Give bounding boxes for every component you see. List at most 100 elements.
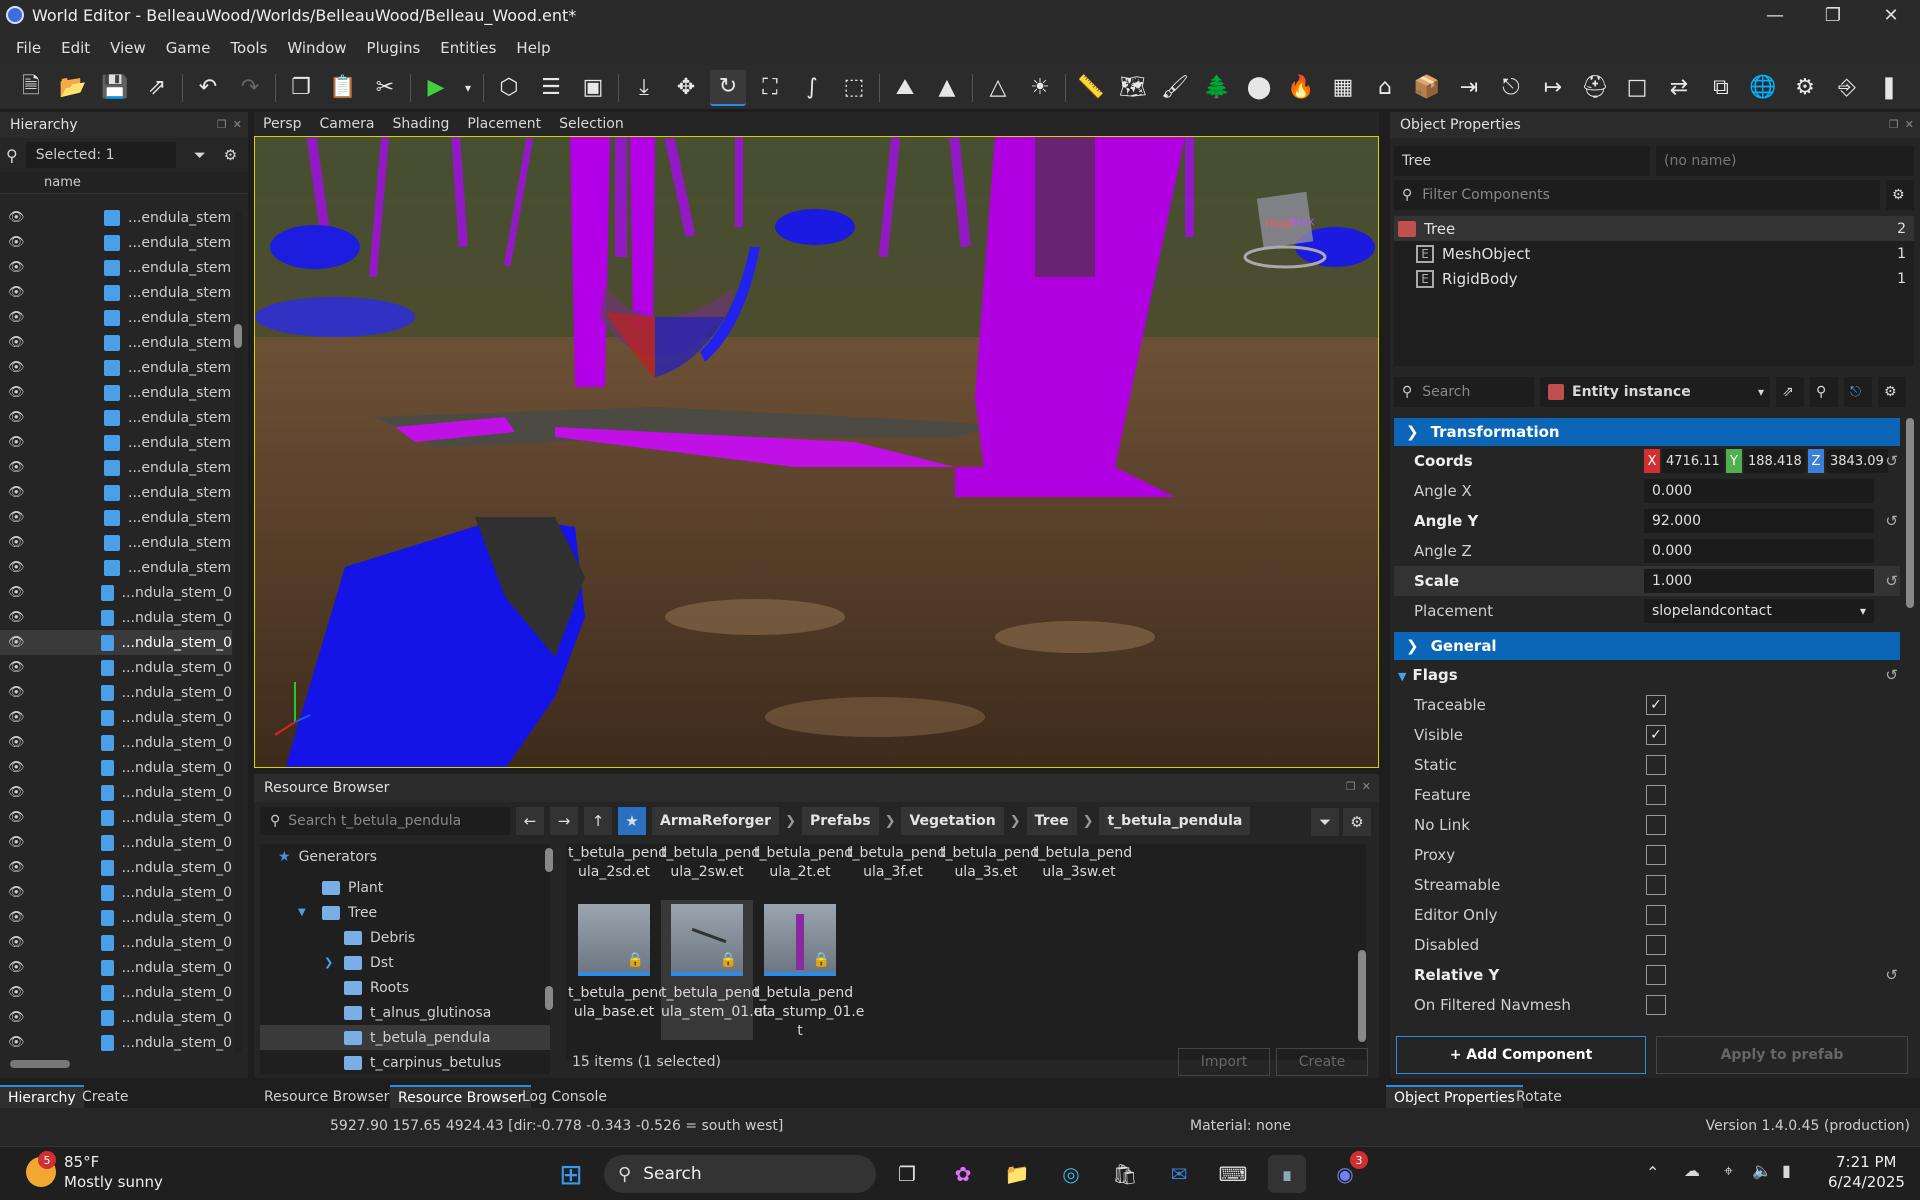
transform-icon[interactable]: ▣ — [575, 70, 611, 106]
hierarchy-row[interactable]: 👁 ...ndula_stem_0 — [0, 780, 232, 805]
viewport-selection[interactable]: Selection — [550, 116, 633, 132]
hierarchy-row[interactable]: 👁 ...ndula_stem_0 — [0, 830, 232, 855]
eye-icon[interactable]: 👁 — [8, 685, 25, 700]
placement-dropdown[interactable]: slopelandcontact ▾ — [1644, 599, 1874, 623]
undock-icon[interactable]: ❐ — [1346, 780, 1356, 793]
flag-checkbox[interactable] — [1646, 875, 1666, 895]
forest-icon[interactable]: 🌲 — [1199, 70, 1235, 106]
eye-icon[interactable]: 👁 — [8, 735, 25, 750]
properties-search-input[interactable]: ⚲ Search — [1394, 377, 1534, 407]
tree-view-icon[interactable]: ⎋ — [1844, 377, 1872, 407]
eye-icon[interactable]: 👁 — [8, 535, 28, 550]
flag-checkbox[interactable] — [1646, 905, 1666, 925]
folder-tree-item[interactable]: Plant — [260, 875, 550, 900]
tab-create[interactable]: Create — [74, 1085, 137, 1109]
windows-start-icon[interactable]: ⊞ — [552, 1155, 590, 1193]
hierarchy-row[interactable]: 👁 ...ndula_stem_0 — [0, 980, 232, 1005]
reset-icon[interactable]: ↺ — [1885, 452, 1898, 470]
menu-window[interactable]: Window — [277, 39, 356, 57]
coord-x-input[interactable]: 4716.11 — [1662, 449, 1724, 473]
copilot-icon[interactable]: ✿ — [944, 1155, 982, 1193]
viewport-placement[interactable]: Placement — [458, 116, 550, 132]
panel-close-icon[interactable]: ✕ — [1362, 780, 1371, 793]
eye-icon[interactable]: 👁 — [8, 835, 25, 850]
eye-icon[interactable]: 👁 — [8, 610, 25, 625]
file-item[interactable]: 🔒 t_betula_pend ula_base.et — [568, 904, 667, 1044]
undo-icon[interactable]: ↶ — [190, 70, 226, 106]
menu-view[interactable]: View — [100, 39, 156, 57]
gear-icon[interactable]: ⚙ — [224, 146, 237, 164]
eye-icon[interactable]: 👁 — [8, 910, 25, 925]
task-view-icon[interactable]: ❐ — [888, 1155, 926, 1193]
import-button[interactable]: Import — [1178, 1048, 1270, 1076]
folder-tree-item[interactable]: ★ Generators — [260, 844, 550, 869]
eye-icon[interactable]: 👁 — [8, 810, 25, 825]
hierarchy-scrollbar[interactable] — [234, 212, 242, 1052]
settings-gears-icon[interactable]: ⚙ — [1787, 70, 1823, 106]
new-file-icon[interactable]: 🗎 — [13, 70, 49, 106]
flag-checkbox[interactable] — [1646, 785, 1666, 805]
menu-entities[interactable]: Entities — [430, 39, 506, 57]
property-value[interactable]: 92.000 — [1644, 509, 1874, 533]
up-arrow-icon[interactable]: ↑ — [584, 807, 612, 835]
sphere-icon[interactable]: ⬤ — [1241, 70, 1277, 106]
add-component-button[interactable]: + Add Component — [1396, 1036, 1646, 1074]
house-icon[interactable]: ⌂ — [1367, 70, 1403, 106]
hierarchy-hscrollbar[interactable] — [10, 1060, 70, 1068]
store-icon[interactable]: 🛍 — [1106, 1155, 1144, 1193]
file-item[interactable]: t_betula_pend ula_2sw.et — [661, 844, 760, 882]
hierarchy-row[interactable]: 👁 ...endula_stem — [0, 480, 232, 505]
pause-icon[interactable]: ❚ — [1871, 70, 1907, 106]
fire-icon[interactable]: 🔥 — [1283, 70, 1319, 106]
create-button[interactable]: Create — [1276, 1048, 1368, 1076]
gear-icon[interactable]: ⚙ — [1343, 808, 1371, 836]
minimize-button[interactable]: — — [1746, 0, 1804, 30]
menu-tools[interactable]: Tools — [220, 39, 277, 57]
brush-icon[interactable]: 🖌 — [1157, 70, 1193, 106]
hierarchy-row[interactable]: 👁 ...endula_stem — [0, 555, 232, 580]
file-item[interactable]: t_betula_pend ula_3sw.et — [1033, 844, 1132, 882]
tab-hierarchy[interactable]: Hierarchy — [0, 1085, 84, 1109]
property-value[interactable]: 0.000 — [1644, 479, 1874, 503]
copy-icon[interactable]: ❐ — [283, 70, 319, 106]
hierarchy-icon[interactable]: ⎋ — [1493, 70, 1529, 106]
hierarchy-row[interactable]: 👁 ...ndula_stem_0 — [0, 955, 232, 980]
menu-help[interactable]: Help — [506, 39, 560, 57]
snap-ground-icon[interactable]: ⤓ — [626, 70, 662, 106]
tree-scroll-thumb-2[interactable] — [545, 986, 553, 1010]
breadcrumb-prefabs[interactable]: Prefabs — [802, 807, 879, 835]
filter-icon[interactable]: ⏷ — [194, 146, 206, 164]
file-item[interactable]: 🔒 t_betula_pend ula_stem_01.et — [661, 900, 768, 1040]
onedrive-icon[interactable]: ☁ — [1684, 1161, 1700, 1180]
plugin-icon[interactable]: ⎆ — [1829, 70, 1865, 106]
spline-icon[interactable]: ∫ — [794, 70, 830, 106]
hierarchy-row[interactable]: 👁 ...ndula_stem_0 — [0, 605, 232, 630]
coord-z-input[interactable]: 3843.09 — [1826, 449, 1888, 473]
flag-checkbox[interactable] — [1646, 935, 1666, 955]
file-item[interactable]: t_betula_pend ula_3f.et — [847, 844, 946, 882]
eye-icon[interactable]: 👁 — [8, 260, 28, 275]
eye-icon[interactable]: 👁 — [8, 960, 25, 975]
hierarchy-row[interactable]: 👁 ...endula_stem — [0, 505, 232, 530]
star-icon[interactable]: ★ — [618, 807, 646, 835]
eye-icon[interactable]: 👁 — [8, 585, 25, 600]
viewport-shading[interactable]: Shading — [383, 116, 458, 132]
box-icon[interactable]: 📦 — [1409, 70, 1445, 106]
zoom-icon[interactable]: ⚲ — [1810, 377, 1838, 407]
folder-tree-item[interactable]: ▼ Tree — [260, 900, 550, 925]
eye-icon[interactable]: 👁 — [8, 560, 28, 575]
hierarchy-row[interactable]: 👁 ...endula_stem — [0, 455, 232, 480]
scroll-thumb[interactable] — [234, 324, 242, 348]
3d-viewport[interactable]: FRONT BACK — [254, 136, 1379, 768]
hierarchy-row[interactable]: 👁 ...endula_stem — [0, 330, 232, 355]
copy-stack-icon[interactable]: ⧉ — [1703, 70, 1739, 106]
eye-icon[interactable]: 👁 — [8, 760, 25, 775]
tab-object-properties[interactable]: Object Properties — [1386, 1085, 1523, 1109]
frame-icon[interactable]: □ — [1619, 70, 1655, 106]
hierarchy-row[interactable]: 👁 ...ndula_stem_0 — [0, 1030, 232, 1055]
breadcrumb-tree[interactable]: Tree — [1026, 807, 1077, 835]
hierarchy-search-input[interactable]: Selected: 1 — [25, 142, 176, 168]
battery-icon[interactable]: ▮ — [1782, 1161, 1791, 1180]
reset-icon[interactable]: ↺ — [1885, 666, 1898, 684]
folder-tree-item[interactable]: ❯ Dst — [260, 950, 550, 975]
